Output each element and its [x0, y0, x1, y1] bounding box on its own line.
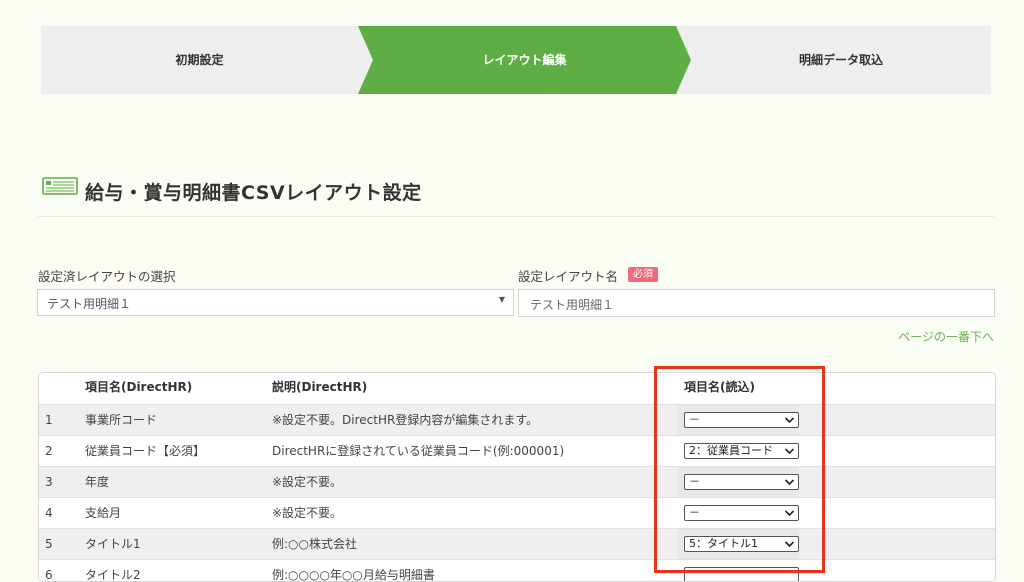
chevron-down-icon: ▼ — [498, 295, 505, 304]
layout-select-value: テスト用明細１ — [47, 297, 132, 311]
row-number: 4 — [45, 506, 53, 520]
row-description: DirectHRに登録されている従業員コード(例:000001) — [272, 444, 565, 458]
layout-name-input[interactable]: テスト用明細１ — [518, 289, 995, 317]
layout-select-label: 設定済レイアウトの選択 — [38, 269, 176, 284]
page-title: 給与・賞与明細書CSVレイアウト設定 — [85, 182, 422, 204]
mapping-table: 項目名(DirectHR) 説明(DirectHR) 項目名(読込) 1 事業所… — [38, 372, 996, 582]
step-progress-bar: 初期設定 レイアウト編集 明細データ取込 — [41, 26, 991, 94]
row-number: 3 — [45, 475, 53, 489]
layout-select[interactable]: テスト用明細１ ▼ — [37, 289, 514, 316]
step-layout-edit: レイアウト編集 — [482, 53, 567, 67]
table-row: 2 従業員コード【必須】 DirectHRに登録されている従業員コード(例:00… — [39, 435, 995, 466]
row-item-name: 年度 — [85, 475, 110, 489]
row-item-name: 支給月 — [85, 506, 122, 520]
row-description: 例:○○株式会社 — [272, 537, 357, 551]
scroll-to-bottom-link[interactable]: ページの一番下へ — [898, 328, 994, 345]
required-badge: 必須 — [628, 267, 658, 282]
table-row: 5 タイトル1 例:○○株式会社 5：タイトル1 — [39, 528, 995, 560]
header-directhr-desc: 説明(DirectHR) — [272, 380, 368, 394]
header-directhr-name: 項目名(DirectHR) — [85, 380, 193, 394]
table-header-row: 項目名(DirectHR) 説明(DirectHR) 項目名(読込) — [39, 373, 995, 404]
step-initial-settings: 初期設定 — [175, 53, 224, 67]
table-row: 6 タイトル2 例:○○○○年○○月給与明細書 — [39, 559, 995, 582]
row-item-name: タイトル1 — [85, 537, 141, 551]
row-description: ※設定不要。 — [272, 506, 343, 520]
layout-name-label: 設定レイアウト名 — [518, 269, 619, 284]
layout-name-value: テスト用明細１ — [530, 298, 615, 312]
title-divider — [38, 216, 994, 217]
csv-file-icon — [42, 176, 78, 200]
table-row: 1 事業所コード ※設定不要。DirectHR登録内容が編集されます。 － — [39, 404, 995, 436]
highlight-box — [654, 366, 825, 573]
row-number: 1 — [45, 413, 53, 427]
row-item-name: タイトル2 — [85, 568, 141, 582]
row-description: ※設定不要。 — [272, 475, 343, 489]
row-description: ※設定不要。DirectHR登録内容が編集されます。 — [272, 413, 539, 427]
row-item-name: 事業所コード — [85, 413, 158, 427]
row-number: 5 — [45, 537, 53, 551]
row-number: 2 — [45, 444, 53, 458]
row-number: 6 — [45, 568, 53, 582]
step-data-import: 明細データ取込 — [798, 53, 883, 67]
row-item-name: 従業員コード【必須】 — [85, 444, 206, 458]
table-row: 4 支給月 ※設定不要。 － — [39, 497, 995, 528]
row-description: 例:○○○○年○○月給与明細書 — [272, 568, 435, 582]
table-row: 3 年度 ※設定不要。 － — [39, 466, 995, 498]
